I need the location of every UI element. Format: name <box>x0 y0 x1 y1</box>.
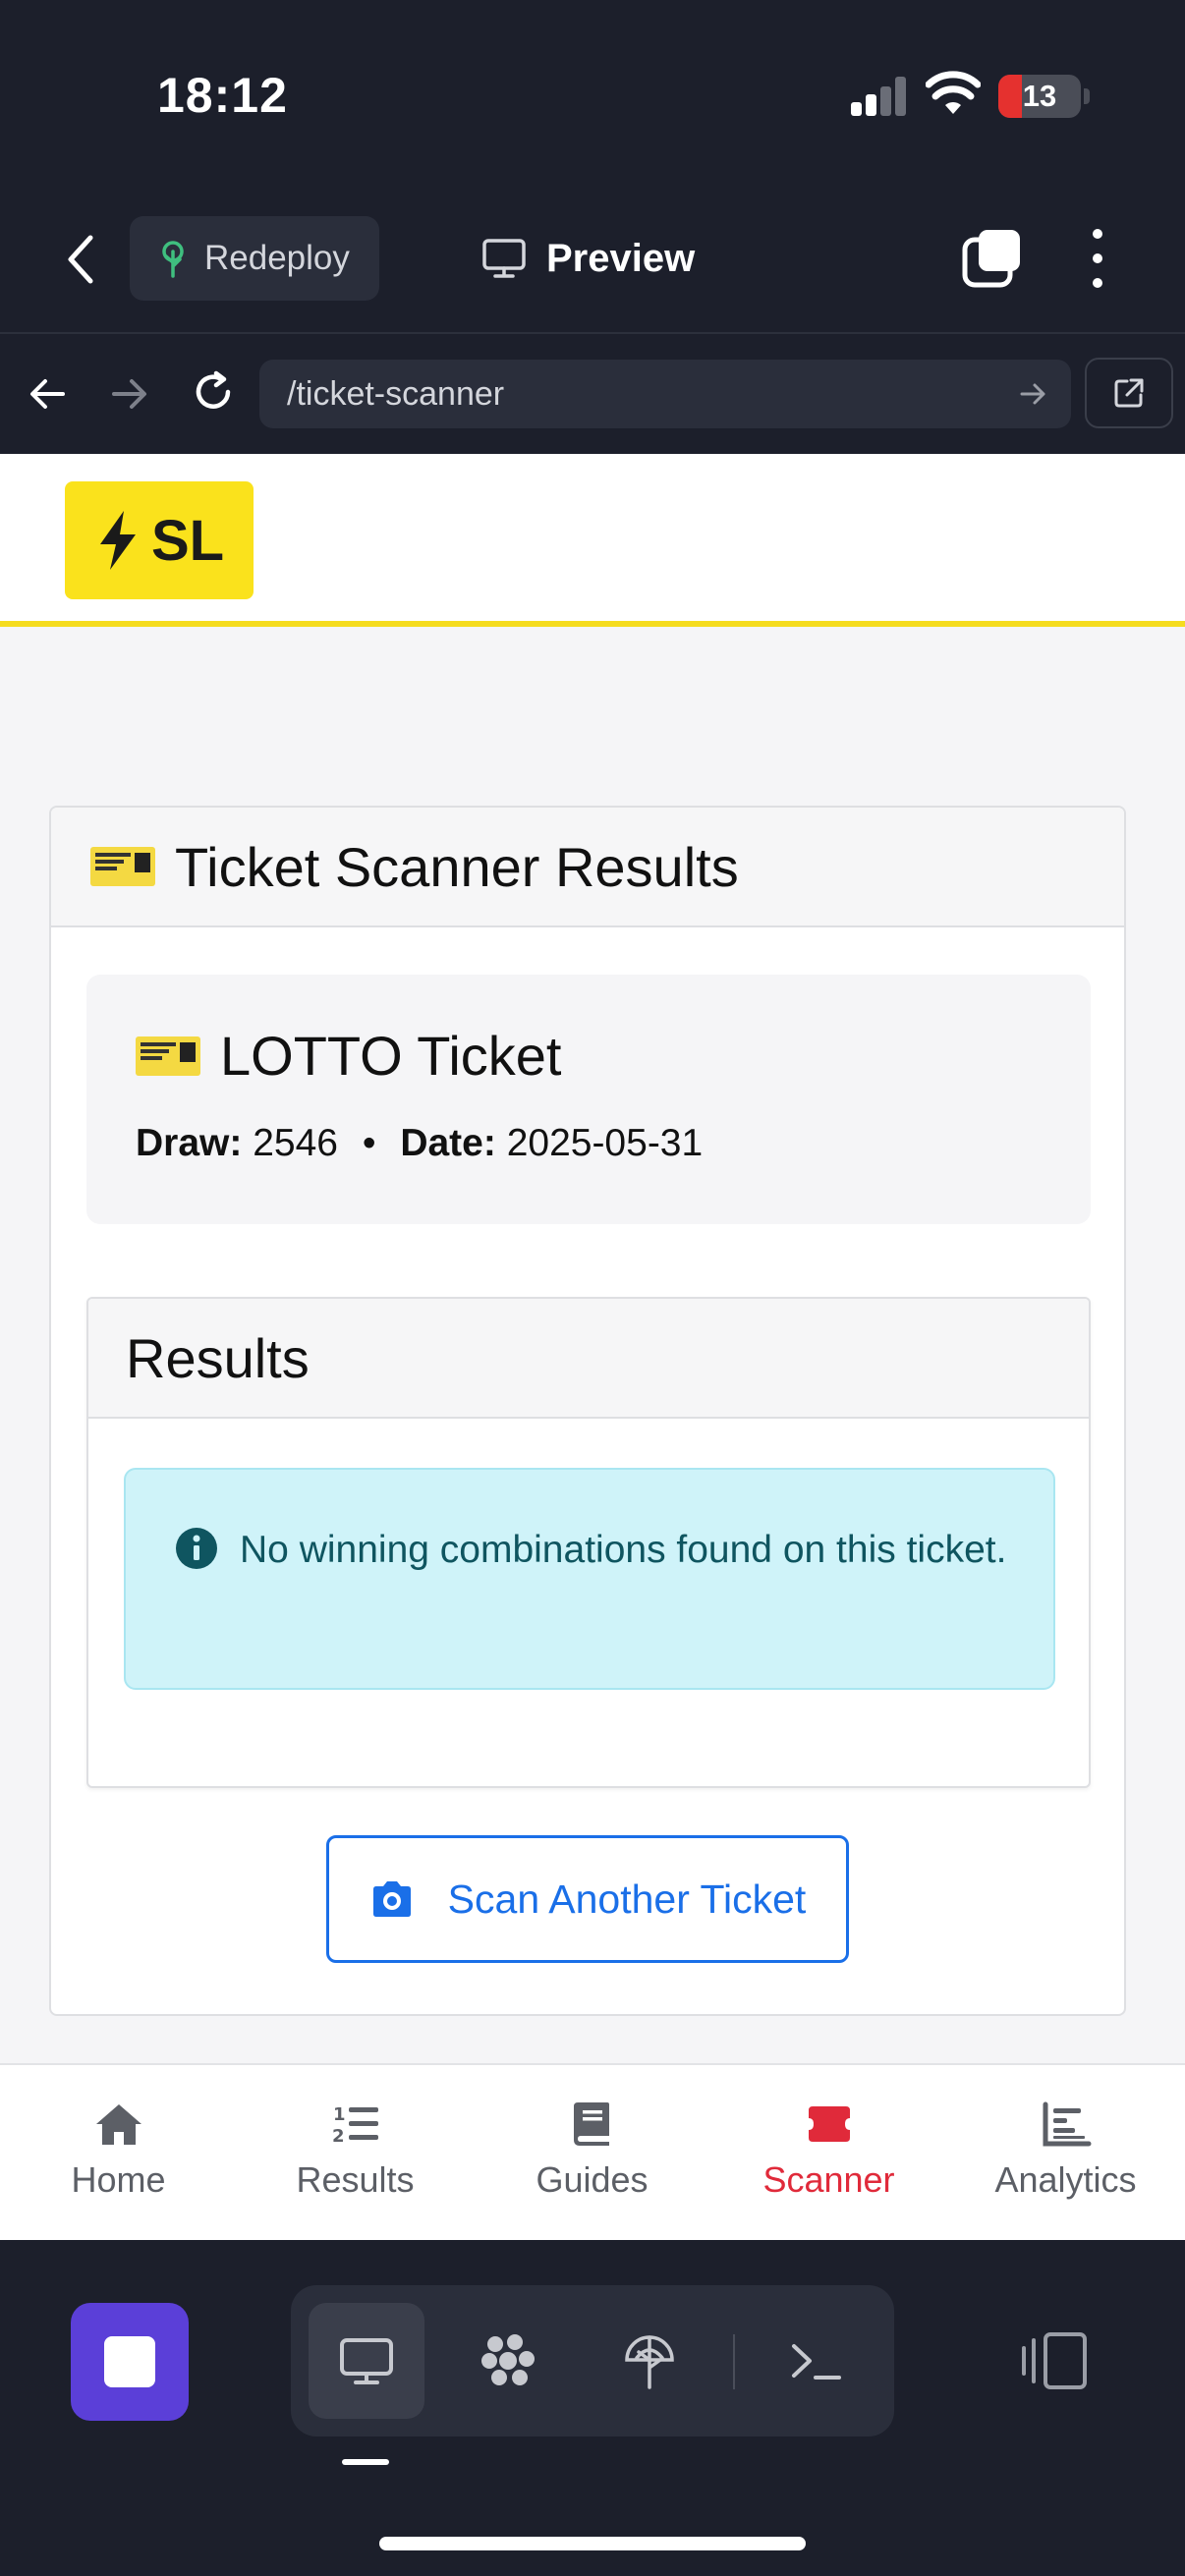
redeploy-button[interactable]: Redeploy <box>130 216 379 301</box>
open-external-button[interactable] <box>1085 358 1173 428</box>
ticket-icon <box>808 2106 850 2142</box>
deploy-tool[interactable] <box>592 2303 707 2419</box>
nav-item-guides[interactable]: Guides <box>474 2065 710 2242</box>
nav-label-guides: Guides <box>536 2159 649 2200</box>
nav-label-home: Home <box>71 2159 166 2200</box>
terminal-tool[interactable] <box>759 2303 875 2419</box>
url-input[interactable]: /ticket-scanner <box>259 360 1071 428</box>
svg-text:2: 2 <box>332 2126 345 2147</box>
results-panel: Results No winning combinations found on… <box>86 1297 1091 1788</box>
bolt-icon <box>99 511 136 570</box>
date-label: Date: <box>400 1122 496 1164</box>
home-indicator <box>379 2537 806 2550</box>
no-wins-alert: No winning combinations found on this ti… <box>124 1468 1055 1690</box>
ticket-title: LOTTO Ticket <box>220 1025 562 1087</box>
nav-item-scanner[interactable]: Scanner <box>710 2065 947 2242</box>
info-circle-icon <box>176 1528 217 1569</box>
site-logo[interactable]: SL <box>65 481 254 599</box>
card-header: Ticket Scanner Results <box>51 808 1124 927</box>
ticket-title-row: LOTTO Ticket <box>136 1024 561 1088</box>
go-arrow-icon[interactable] <box>1018 379 1049 409</box>
bar-chart-icon <box>1043 2101 1091 2147</box>
active-tool-indicator <box>342 2459 389 2465</box>
reload-icon[interactable] <box>189 367 238 417</box>
desktop-tool[interactable] <box>309 2303 424 2419</box>
bottom-nav: Home 1 2 Results Guides Scanner Analytic… <box>0 2063 1185 2240</box>
open-external-icon <box>1114 378 1144 408</box>
home-icon <box>95 2104 141 2145</box>
stop-icon <box>104 2336 155 2387</box>
redeploy-label: Redeploy <box>204 239 350 277</box>
status-bar: 18:12 13 <box>0 0 1185 187</box>
card-title: Ticket Scanner Results <box>175 835 739 898</box>
preview-label: Preview <box>546 236 696 280</box>
nav-label-scanner: Scanner <box>762 2159 895 2200</box>
draw-label: Draw: <box>136 1122 243 1164</box>
draw-value: 2546 <box>253 1122 338 1164</box>
forward-arrow-icon[interactable] <box>104 369 153 419</box>
ticket-info-box: LOTTO Ticket Draw: 2546 • Date: 2025-05-… <box>86 975 1091 1224</box>
terminal-icon <box>792 2344 841 2380</box>
battery-cap <box>1084 88 1090 104</box>
results-heading: Results <box>88 1299 1089 1419</box>
numbered-list-icon: 1 2 <box>332 2104 378 2147</box>
ticket-icon <box>136 1036 200 1076</box>
meta-separator: • <box>362 1122 376 1164</box>
battery-percent: 13 <box>1022 79 1057 113</box>
url-text: /ticket-scanner <box>287 374 505 413</box>
ticket-meta: Draw: 2546 • Date: 2025-05-31 <box>136 1122 703 1165</box>
site-header: SL <box>0 454 1185 627</box>
ticket-icon <box>90 847 155 886</box>
book-icon <box>573 2102 609 2146</box>
web-page: SL Ticket Scanner Results LOTTO Ticket D… <box>0 454 1185 2240</box>
scan-another-ticket-button[interactable]: Scan Another Ticket <box>326 1835 849 1963</box>
side-panel-icon[interactable] <box>1018 2328 1093 2393</box>
back-chevron-icon[interactable] <box>61 232 100 287</box>
camera-icon <box>372 1881 411 1917</box>
battery-icon: 13 <box>998 75 1081 118</box>
back-arrow-icon[interactable] <box>24 369 73 419</box>
scanner-results-card: Ticket Scanner Results LOTTO Ticket Draw… <box>49 806 1126 2016</box>
stop-button[interactable] <box>71 2303 189 2421</box>
monitor-icon <box>482 239 526 278</box>
more-vertical-icon[interactable] <box>1081 226 1114 291</box>
redeploy-tree-icon <box>162 241 184 278</box>
status-time: 18:12 <box>157 68 288 123</box>
tabs-icon[interactable] <box>961 226 1024 289</box>
agent-tool[interactable] <box>450 2303 566 2419</box>
nav-item-home[interactable]: Home <box>0 2065 237 2242</box>
nav-item-results[interactable]: 1 2 Results <box>237 2065 474 2242</box>
wifi-icon <box>926 71 981 114</box>
nav-label-results: Results <box>296 2159 415 2200</box>
nav-item-analytics[interactable]: Analytics <box>947 2065 1184 2242</box>
tool-divider <box>733 2334 735 2389</box>
signal-icon <box>851 77 908 116</box>
preview-tab[interactable]: Preview <box>481 222 695 295</box>
deploy-icon <box>625 2335 674 2389</box>
logo-text: SL <box>150 508 225 573</box>
date-value: 2025-05-31 <box>506 1122 704 1164</box>
agent-icon <box>481 2334 535 2385</box>
nav-label-analytics: Analytics <box>994 2159 1137 2200</box>
desktop-icon <box>340 2338 393 2384</box>
scan-button-label: Scan Another Ticket <box>447 1876 807 1922</box>
svg-text:1: 1 <box>333 2104 346 2125</box>
alert-text: No winning combinations found on this ti… <box>240 1529 1007 1571</box>
